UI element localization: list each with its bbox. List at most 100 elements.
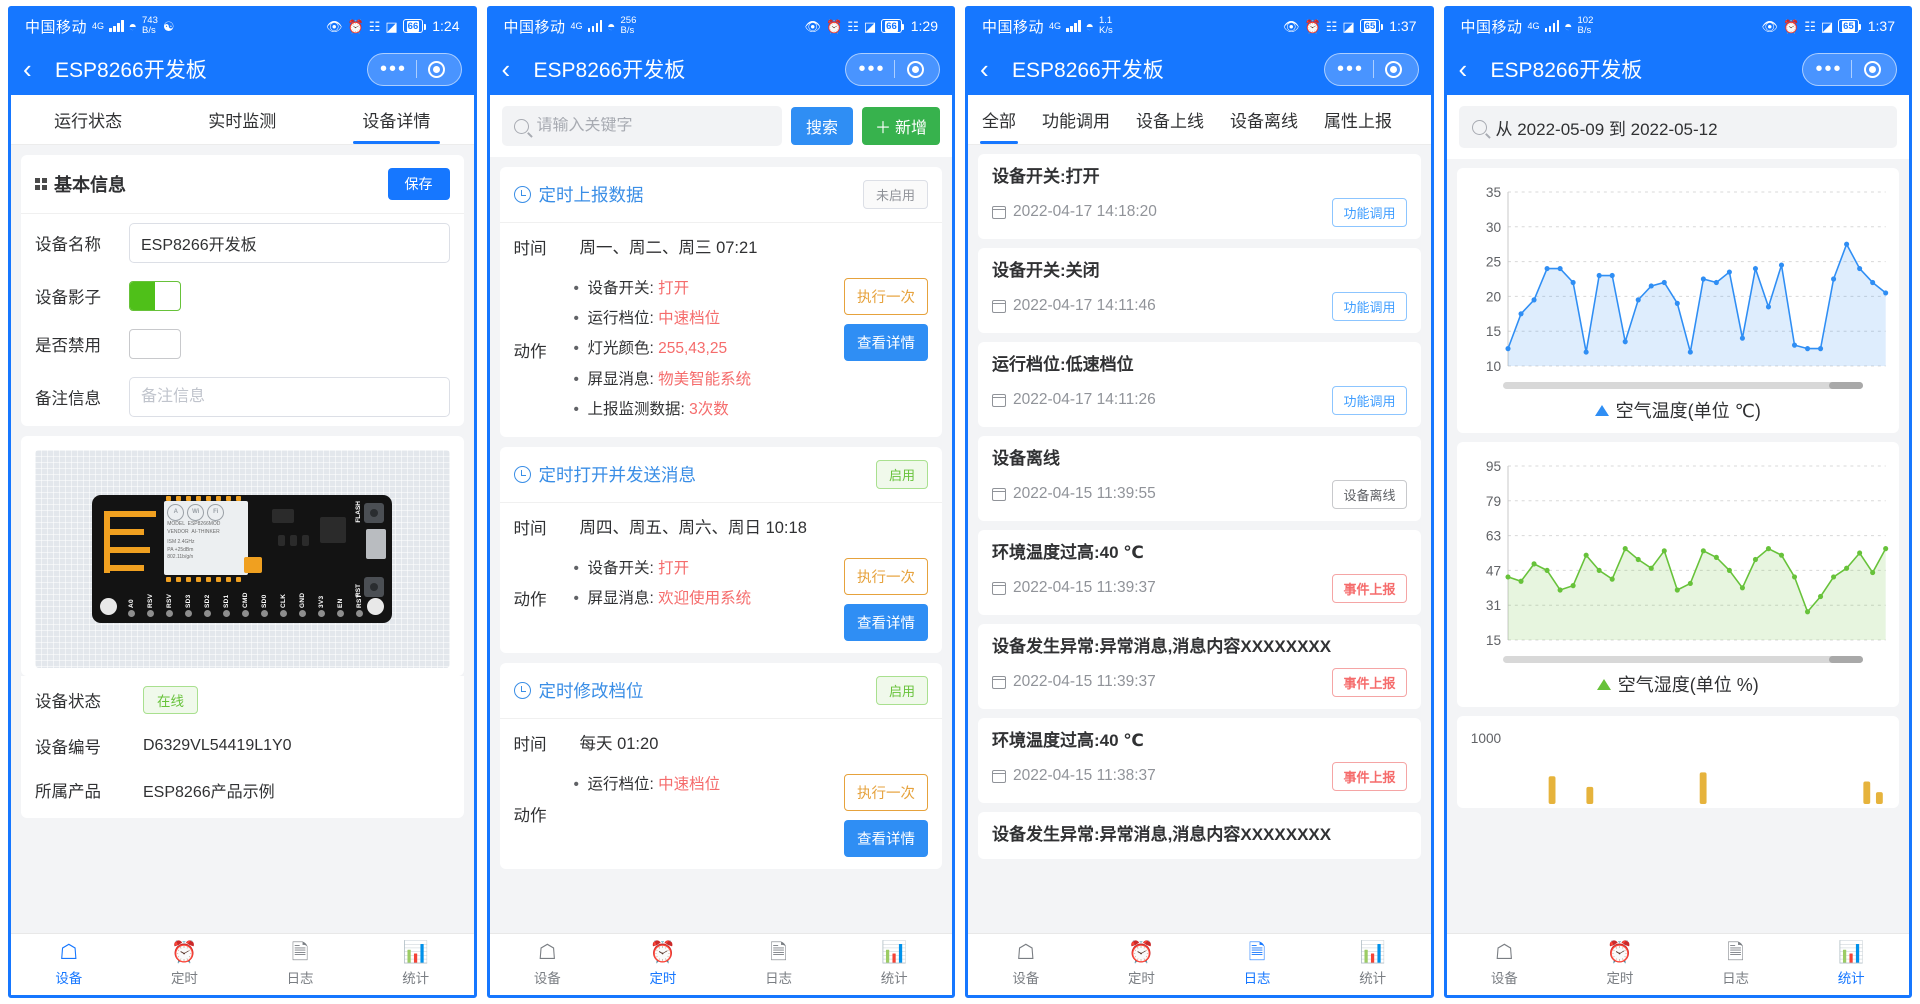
- view-detail-button[interactable]: 查看详情: [844, 604, 928, 642]
- close-miniprogram-icon[interactable]: [895, 60, 935, 78]
- eye-icon: 👁: [326, 18, 343, 34]
- action-item: 设备开关: 打开: [572, 274, 835, 304]
- close-miniprogram-icon[interactable]: [1374, 60, 1414, 78]
- disabled-toggle[interactable]: [129, 329, 181, 359]
- tab-all[interactable]: 全部: [980, 95, 1018, 144]
- search-button[interactable]: 搜索: [790, 107, 853, 145]
- log-row[interactable]: 设备开关:关闭 2022-04-17 14:11:46 功能调用: [978, 247, 1421, 333]
- run-once-button[interactable]: 执行一次: [844, 774, 928, 812]
- tabbar-item-schedule[interactable]: ⏰ 定时: [127, 934, 243, 995]
- dnd-icon: ◪: [1820, 18, 1834, 34]
- clock-label: 1:29: [910, 18, 938, 34]
- legend-marker-icon: [1596, 678, 1611, 690]
- tabbar-item-schedule[interactable]: ⏰ 定时: [1084, 934, 1200, 995]
- svg-text:1000: 1000: [1470, 730, 1501, 746]
- tab-run-status[interactable]: 运行状态: [11, 95, 165, 144]
- run-once-button[interactable]: 执行一次: [844, 278, 928, 315]
- log-icon: 🗎: [291, 941, 309, 964]
- eye-icon: 👁: [1283, 18, 1300, 34]
- close-miniprogram-icon[interactable]: [417, 60, 457, 78]
- log-row[interactable]: 环境温度过高:40 ℃ 2022-04-15 11:38:37 事件上报: [978, 717, 1421, 803]
- log-row[interactable]: 设备开关:打开 2022-04-17 14:18:20 功能调用: [978, 154, 1421, 239]
- date-range-bar: 从 2022-05-09 到 2022-05-12: [1446, 95, 1909, 159]
- view-detail-button[interactable]: 查看详情: [844, 820, 928, 858]
- tabbar-item-stats[interactable]: 📊 统计: [358, 934, 474, 995]
- log-row[interactable]: 环境温度过高:40 ℃ 2022-04-15 11:39:37 事件上报: [978, 529, 1421, 615]
- device-name-input[interactable]: [129, 223, 450, 263]
- log-row[interactable]: 设备发生异常:异常消息,消息内容XXXXXXXX 2022-04-15 11:3…: [978, 623, 1421, 709]
- clock-icon: [513, 186, 531, 203]
- wechat-capsule: •••: [1802, 52, 1897, 86]
- log-row[interactable]: 运行档位:低速档位 2022-04-17 14:11:26 功能调用: [978, 341, 1421, 427]
- temperature-chart-scrollbar[interactable]: [1502, 382, 1863, 389]
- network-type-label: 4G: [570, 21, 583, 31]
- search-field[interactable]: [501, 106, 782, 146]
- tabbar-item-device[interactable]: ☖ 设备: [11, 934, 127, 995]
- tab-function-call[interactable]: 功能调用: [1040, 95, 1112, 144]
- bottom-tabbar-3: ☖ 设备 ⏰ 定时 🗎 日志 📊 统计: [968, 933, 1431, 995]
- tabbar-item-log[interactable]: 🗎 日志: [242, 934, 358, 995]
- back-icon[interactable]: ‹: [980, 56, 1006, 82]
- log-row[interactable]: 设备离线 2022-04-15 11:39:55 设备离线: [978, 435, 1421, 521]
- action-item: 设备开关: 打开: [572, 554, 835, 584]
- tabbar-item-device[interactable]: ☖ 设备: [1447, 934, 1563, 995]
- tabbar-item-device[interactable]: ☖ 设备: [968, 934, 1084, 995]
- device-shadow-label: 设备影子: [35, 289, 101, 307]
- device-shadow-toggle[interactable]: [129, 281, 181, 311]
- search-input[interactable]: [536, 117, 770, 135]
- log-row[interactable]: 设备发生异常:异常消息,消息内容XXXXXXXX: [978, 811, 1421, 859]
- schedule-3-buttons: 执行一次 查看详情: [844, 770, 928, 858]
- temperature-chart[interactable]: 10 15 20 25 30 35: [1463, 180, 1894, 380]
- wechat-capsule: •••: [1323, 52, 1419, 86]
- third-chart[interactable]: 1000: [1463, 728, 1894, 808]
- tab-device-offline[interactable]: 设备离线: [1228, 95, 1300, 144]
- phone-screenshot-grid: 中国移动 4G ◓ 743 B/s ☯ 👁 ⏰ ☷ ◪ 66 1:24 ‹ ESP…: [0, 0, 1920, 1004]
- back-icon[interactable]: ‹: [1459, 56, 1485, 82]
- chart-icon: 📊: [1838, 941, 1865, 964]
- log-time-wrap: 2022-04-17 14:18:20: [991, 203, 1157, 221]
- tabbar-item-log[interactable]: 🗎 日志: [721, 934, 837, 995]
- run-once-button[interactable]: 执行一次: [844, 558, 928, 596]
- more-menu-icon[interactable]: •••: [850, 59, 894, 79]
- calendar-icon: [991, 205, 1006, 219]
- save-button[interactable]: 保存: [387, 168, 450, 200]
- schedule-2-title: 定时打开并发送消息: [538, 465, 697, 486]
- plus-icon: ＋: [874, 120, 891, 137]
- schedule-1-buttons: 执行一次 查看详情: [844, 274, 928, 361]
- log-time-wrap: 2022-04-15 11:38:37: [991, 767, 1156, 785]
- date-range-picker[interactable]: 从 2022-05-09 到 2022-05-12: [1458, 106, 1897, 148]
- status-bar: 中国移动 4G ◓ 743 B/s ☯ 👁 ⏰ ☷ ◪ 66 1:24: [11, 9, 474, 43]
- tabbar-item-stats[interactable]: 📊 统计: [836, 934, 952, 995]
- humidity-chart[interactable]: 15 31 47 63 79 95: [1463, 454, 1894, 654]
- remark-input[interactable]: [129, 377, 450, 417]
- tab-device-online[interactable]: 设备上线: [1134, 95, 1206, 144]
- view-detail-button[interactable]: 查看详情: [844, 324, 928, 361]
- tab-property-report[interactable]: 属性上报: [1322, 95, 1394, 144]
- log-badge: 功能调用: [1332, 197, 1407, 227]
- tabbar-item-stats[interactable]: 📊 统计: [1315, 934, 1431, 995]
- tabbar-item-stats[interactable]: 📊 统计: [1793, 934, 1909, 995]
- back-icon[interactable]: ‹: [502, 56, 528, 82]
- tabbar-item-schedule[interactable]: ⏰ 定时: [1562, 934, 1678, 995]
- log-filter-tabs[interactable]: 全部 功能调用 设备上线 设备离线 属性上报: [968, 95, 1431, 145]
- info-row-serial: 设备编号 D6329VL54419L1Y0: [21, 724, 464, 768]
- tabbar-item-device[interactable]: ☖ 设备: [490, 934, 606, 995]
- svg-text:25: 25: [1485, 253, 1501, 269]
- add-schedule-button[interactable]: ＋ 新增: [861, 107, 940, 145]
- log-time: 2022-04-15 11:39:37: [1013, 673, 1156, 691]
- tabbar-item-schedule[interactable]: ⏰ 定时: [605, 934, 721, 995]
- svg-text:15: 15: [1485, 323, 1501, 339]
- humidity-chart-scrollbar[interactable]: [1502, 656, 1863, 663]
- wechat-capsule: •••: [366, 52, 462, 86]
- tabbar-item-log[interactable]: 🗎 日志: [1678, 934, 1794, 995]
- alarm-icon: ⏰: [171, 941, 198, 964]
- more-menu-icon[interactable]: •••: [372, 59, 416, 79]
- more-menu-icon[interactable]: •••: [1807, 59, 1851, 79]
- tabbar-item-log[interactable]: 🗎 日志: [1199, 934, 1315, 995]
- tab-device-detail[interactable]: 设备详情: [319, 95, 473, 144]
- back-icon[interactable]: ‹: [23, 56, 49, 82]
- device-image-card: A Wi Fi MODEL ESP8266MOD VENDOR AI-THINKER…: [21, 436, 464, 676]
- more-menu-icon[interactable]: •••: [1329, 59, 1373, 79]
- close-miniprogram-icon[interactable]: [1852, 60, 1892, 78]
- tab-realtime-monitor[interactable]: 实时监测: [165, 95, 319, 144]
